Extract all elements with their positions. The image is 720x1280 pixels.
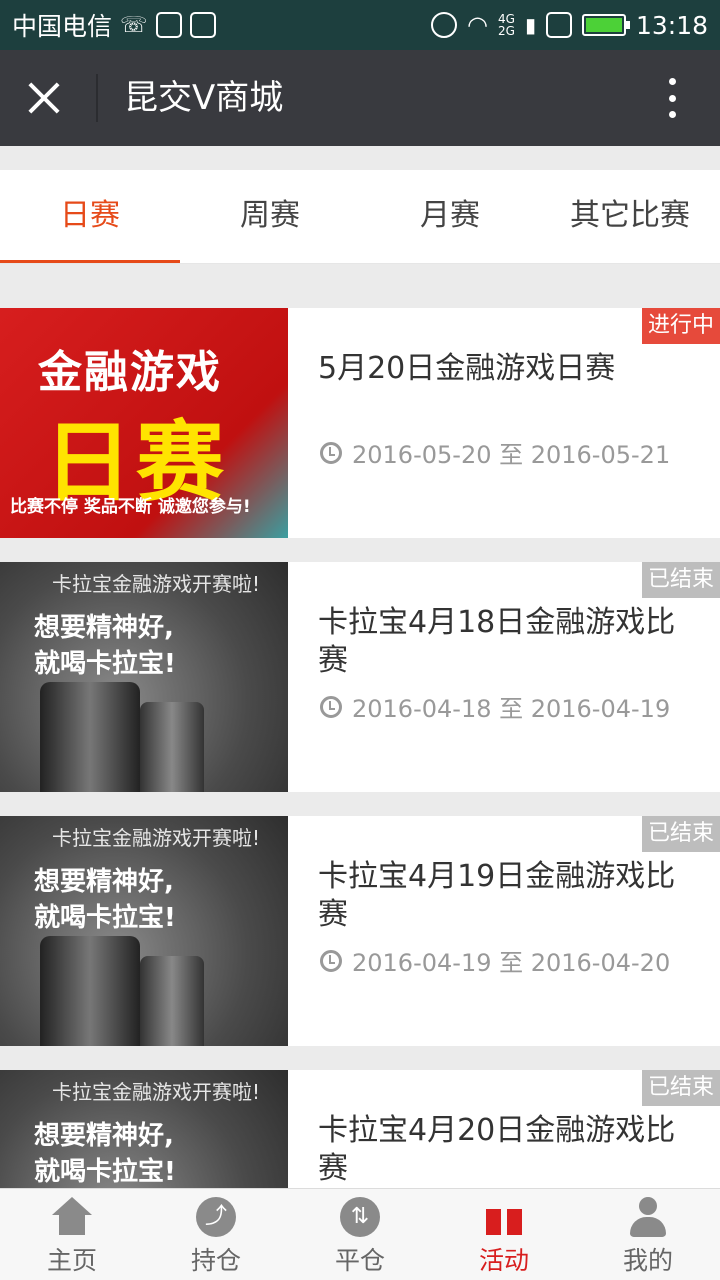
alarm-icon bbox=[431, 12, 458, 38]
battery-icon bbox=[581, 14, 630, 36]
can-image bbox=[140, 956, 204, 1046]
can-image bbox=[40, 936, 140, 1046]
tab-daily[interactable]: 日赛 bbox=[0, 170, 180, 263]
clock-icon bbox=[320, 441, 342, 464]
status-badge: 已结束 bbox=[641, 816, 720, 852]
signal-icon: ▮ bbox=[524, 13, 536, 37]
contest-date: 2016-04-19 至 2016-04-20 bbox=[320, 943, 670, 978]
contest-date: 2016-05-20 至 2016-05-21 bbox=[320, 435, 670, 470]
close-icon[interactable] bbox=[20, 74, 68, 122]
nav-home[interactable]: 主页 bbox=[0, 1189, 144, 1280]
contest-tabs: 日赛 周赛 月赛 其它比赛 bbox=[0, 170, 720, 264]
nav-mine[interactable]: 我的 bbox=[576, 1189, 720, 1280]
title-bar: 昆交V商城 bbox=[0, 50, 720, 146]
more-vertical-icon[interactable] bbox=[664, 78, 680, 118]
contest-title: 5月20日金融游戏日赛 bbox=[318, 351, 616, 386]
contest-card[interactable]: 卡拉宝金融游戏开赛啦! 想要精神好, 就喝卡拉宝! 卡拉宝4月19日金融游戏比赛 … bbox=[0, 816, 720, 1046]
contest-thumbnail: 卡拉宝金融游戏开赛啦! 想要精神好, 就喝卡拉宝! bbox=[0, 816, 288, 1046]
contest-list: 金融游戏 日赛 比赛不停 奖品不断 诚邀您参与! 5月20日金融游戏日赛 201… bbox=[0, 308, 720, 1280]
page-title: 昆交V商城 bbox=[124, 78, 284, 118]
clock-icon bbox=[320, 949, 342, 972]
contest-card[interactable]: 卡拉宝金融游戏开赛啦! 想要精神好, 就喝卡拉宝! 卡拉宝4月18日金融游戏比赛 … bbox=[0, 562, 720, 792]
tab-weekly[interactable]: 周赛 bbox=[180, 170, 360, 263]
can-image bbox=[140, 702, 204, 792]
up-down-arrows-icon: ⇅ bbox=[340, 1197, 380, 1237]
contest-thumbnail: 卡拉宝金融游戏开赛啦! 想要精神好, 就喝卡拉宝! bbox=[0, 562, 288, 792]
contest-thumbnail: 金融游戏 日赛 比赛不停 奖品不断 诚邀您参与! bbox=[0, 308, 288, 538]
tab-monthly[interactable]: 月赛 bbox=[360, 170, 540, 263]
gift-icon bbox=[484, 1197, 524, 1237]
status-badge: 已结束 bbox=[641, 1070, 720, 1106]
contest-title: 卡拉宝4月18日金融游戏比赛 bbox=[318, 605, 676, 678]
contest-card[interactable]: 金融游戏 日赛 比赛不停 奖品不断 诚邀您参与! 5月20日金融游戏日赛 201… bbox=[0, 308, 720, 538]
bottom-nav: 主页 ⤴ 持仓 ⇅ 平仓 活动 我的 bbox=[0, 1188, 720, 1280]
status-badge: 进行中 bbox=[641, 308, 720, 344]
status-badge: 已结束 bbox=[641, 562, 720, 598]
clock-icon bbox=[320, 695, 342, 718]
status-bar: 中国电信 ☏ ◠ 4G 2G ▮ 13:18 bbox=[0, 0, 720, 50]
contest-date: 2016-04-18 至 2016-04-19 bbox=[320, 689, 670, 724]
can-image bbox=[40, 682, 140, 792]
title-divider bbox=[96, 74, 98, 122]
image-icon bbox=[155, 12, 182, 38]
network-type: 4G 2G bbox=[498, 12, 515, 38]
carrier-label: 中国电信 bbox=[12, 12, 113, 41]
tab-other[interactable]: 其它比赛 bbox=[540, 170, 720, 263]
nav-close-position[interactable]: ⇅ 平仓 bbox=[288, 1189, 432, 1280]
huawei-icon bbox=[189, 12, 216, 38]
nav-activities[interactable]: 活动 bbox=[432, 1189, 576, 1280]
nav-positions[interactable]: ⤴ 持仓 bbox=[144, 1189, 288, 1280]
contest-title: 卡拉宝4月19日金融游戏比赛 bbox=[318, 859, 676, 932]
missed-call-icon: ☏ bbox=[120, 12, 148, 38]
contest-title: 卡拉宝4月20日金融游戏比赛 bbox=[318, 1113, 676, 1186]
wifi-icon: ◠ bbox=[467, 11, 488, 39]
clock-time: 13:18 bbox=[635, 10, 708, 40]
user-icon bbox=[628, 1197, 668, 1237]
home-icon bbox=[52, 1197, 92, 1237]
chart-trend-icon: ⤴ bbox=[196, 1197, 236, 1237]
sim-icon bbox=[545, 12, 572, 38]
